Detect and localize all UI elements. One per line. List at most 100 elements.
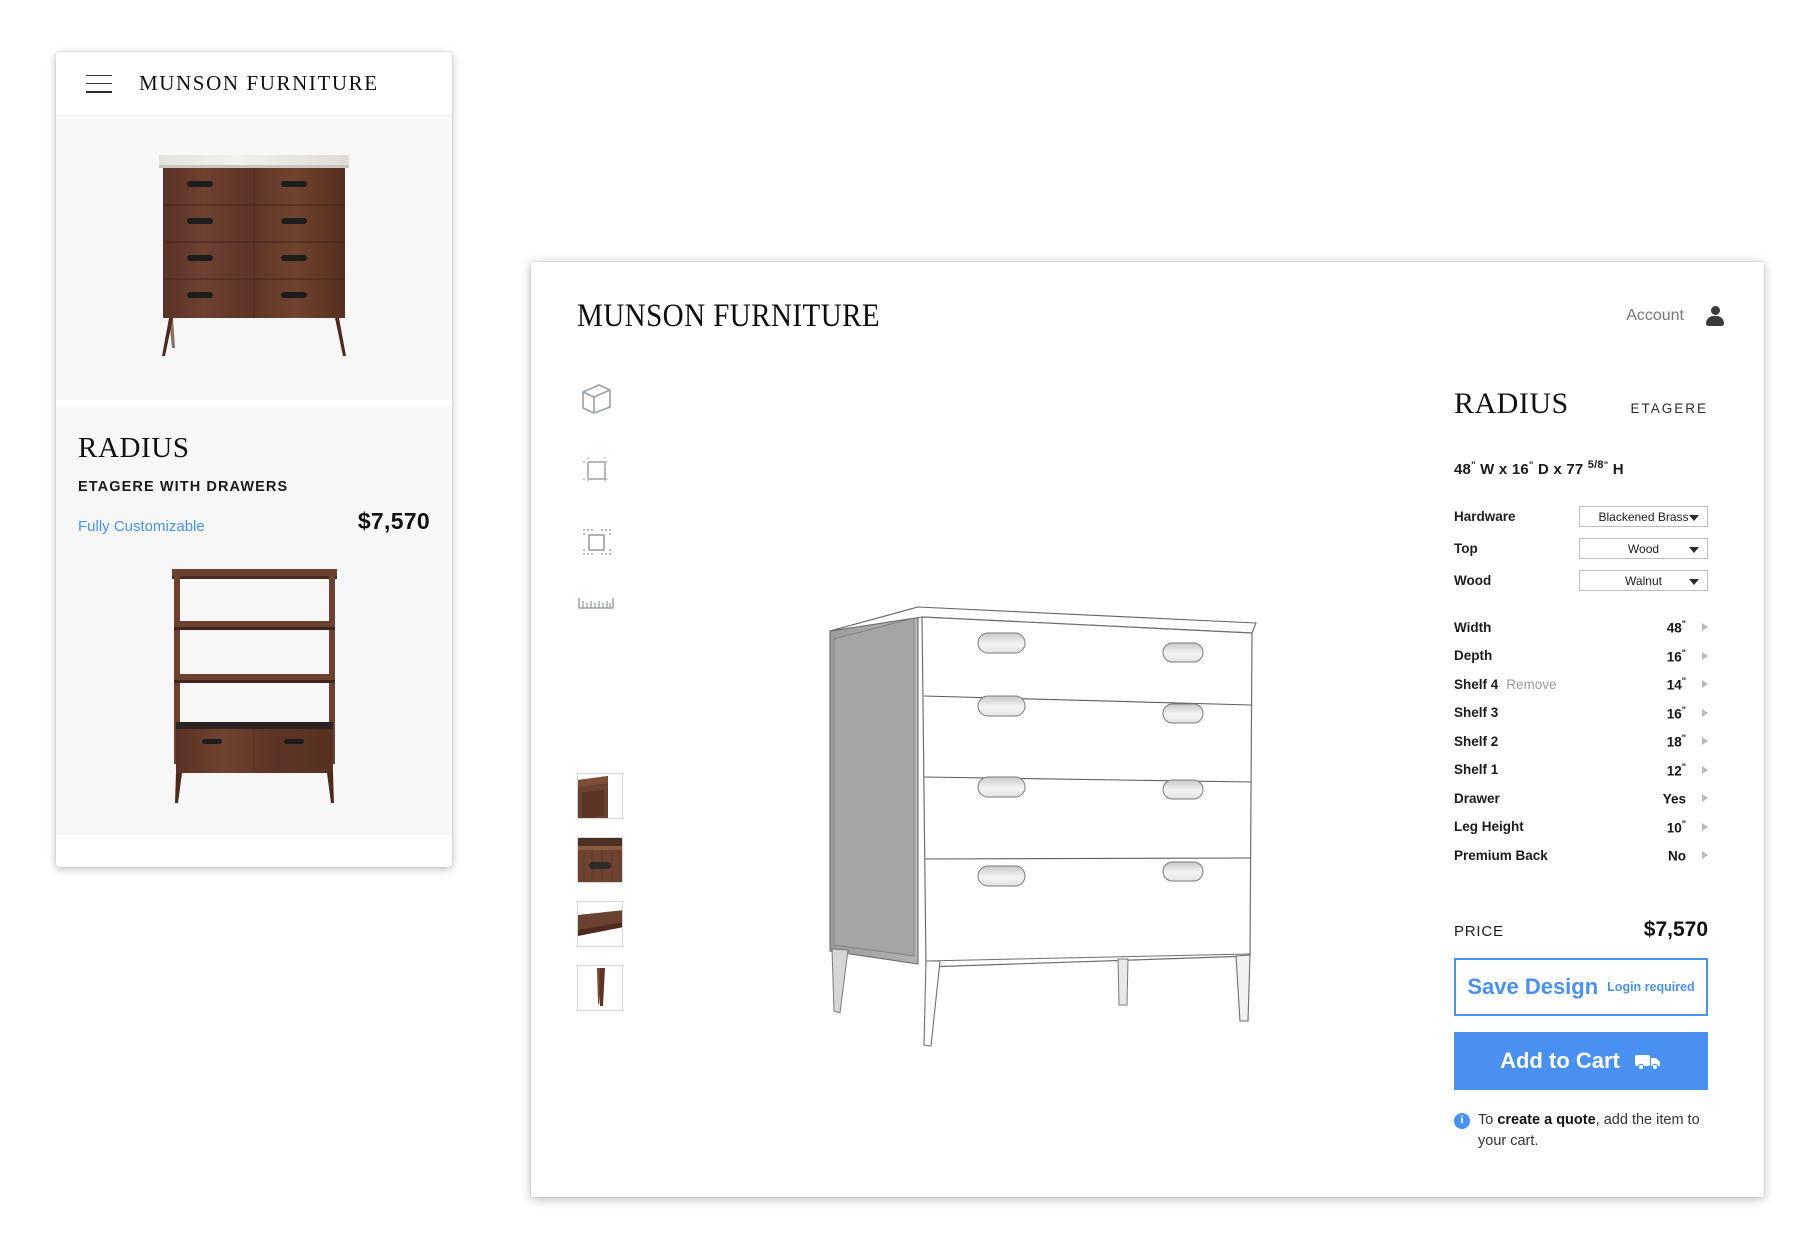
chevron-down-icon — [1689, 547, 1699, 553]
dresser-illustration — [159, 155, 349, 356]
front-view-icon[interactable] — [577, 451, 615, 489]
option-dropdown-list: Hardware Blackened Brass Top Wood Wood W… — [1454, 506, 1708, 591]
plan-view-icon[interactable] — [577, 523, 615, 561]
mobile-product-price: $7,570 — [357, 508, 430, 534]
account-label: Account — [1626, 307, 1684, 324]
quote-note-text: To create a quote, add the item to your … — [1478, 1111, 1700, 1150]
truck-icon — [1634, 1054, 1660, 1070]
spec-label: Leg Height — [1454, 819, 1524, 835]
view-tool-rail — [531, 361, 651, 1153]
chevron-right-icon — [1702, 680, 1708, 689]
desktop-header: MUNSON FURNITURE Account — [531, 262, 1764, 335]
spec-value: 14" — [1666, 676, 1686, 693]
spec-row-premium-back[interactable]: Premium Back No — [1454, 841, 1708, 870]
chevron-right-icon — [1702, 822, 1708, 831]
add-to-cart-button[interactable]: Add to Cart — [1454, 1031, 1708, 1090]
edge-profile-image — [578, 902, 622, 946]
thumbnail-corner-detail[interactable] — [577, 773, 623, 819]
spec-header: RADIUS ETAGERE — [1454, 387, 1708, 421]
cube-3d-icon[interactable] — [577, 379, 615, 417]
option-label-hardware: Hardware — [1454, 509, 1516, 524]
info-icon: i — [1454, 1112, 1470, 1129]
mobile-product-title: RADIUS — [78, 432, 190, 464]
product-3d-viewer[interactable] — [651, 361, 1454, 1153]
spec-value: 16" — [1666, 647, 1686, 665]
leg-detail-image — [578, 966, 622, 1010]
mobile-product-subtitle: ETAGERE WITH DRAWERS — [78, 479, 289, 495]
corner-detail-image — [578, 774, 622, 818]
spec-value: Yes — [1662, 791, 1686, 807]
spec-label: Drawer — [1454, 790, 1500, 806]
spec-row-shelf-2[interactable]: Shelf 2 18" — [1454, 727, 1708, 756]
hamburger-icon[interactable] — [86, 74, 112, 93]
chevron-right-icon — [1702, 737, 1708, 746]
product-dimensions: 48" W x 16" D x 77 5/8" H — [1454, 459, 1624, 478]
mobile-hero-image — [56, 116, 452, 406]
option-row-top: Top Wood — [1454, 538, 1708, 559]
spec-label: Shelf 1 — [1454, 762, 1499, 778]
drawer-pull-image — [578, 838, 622, 882]
material-thumbnail-list — [577, 773, 651, 1011]
fully-customizable-link[interactable]: Fully Customizable — [78, 518, 205, 535]
top-value: Wood — [1627, 541, 1660, 556]
desktop-configurator-panel: MUNSON FURNITURE Account RADIUS ETAGERE … — [531, 262, 1764, 1197]
option-row-hardware: Hardware Blackened Brass — [1454, 506, 1708, 527]
person-icon — [1706, 306, 1724, 326]
thumbnail-leg-detail[interactable] — [577, 965, 623, 1011]
chevron-right-icon — [1702, 708, 1708, 717]
spec-row-shelf-1[interactable]: Shelf 1 12" — [1454, 756, 1708, 785]
thumbnail-edge-profile[interactable] — [577, 901, 623, 947]
spec-label: Shelf 3 — [1454, 705, 1499, 721]
spec-value: 16" — [1666, 704, 1686, 722]
price-value: $7,570 — [1643, 917, 1708, 941]
spec-label: Premium Back — [1454, 847, 1548, 863]
thumbnail-drawer-pull[interactable] — [577, 837, 623, 883]
hardware-value: Blackened Brass — [1598, 509, 1689, 524]
price-row: PRICE $7,570 — [1454, 918, 1708, 942]
spec-value: No — [1668, 848, 1686, 864]
price-label: PRICE — [1454, 922, 1504, 940]
hardware-select[interactable]: Blackened Brass — [1579, 506, 1708, 527]
chevron-right-icon — [1702, 851, 1708, 860]
spec-value: 48" — [1666, 619, 1686, 636]
spec-row-shelf-4[interactable]: Shelf 4 Remove 14" — [1454, 670, 1708, 699]
chevron-down-icon — [1689, 515, 1699, 521]
product-category: ETAGERE — [1630, 401, 1708, 416]
option-label-wood: Wood — [1454, 573, 1492, 588]
quote-note: i To create a quote, add the item to you… — [1454, 1110, 1708, 1154]
chevron-down-icon — [1689, 579, 1699, 585]
mobile-product-card: MUNSON FURNITURE RADIUS ETAGERE WITH DRA… — [56, 52, 452, 867]
spec-row-drawer[interactable]: Drawer Yes — [1454, 784, 1708, 813]
top-select[interactable]: Wood — [1579, 538, 1708, 559]
spec-row-shelf-3[interactable]: Shelf 3 16" — [1454, 699, 1708, 728]
configurator-spec-panel: RADIUS ETAGERE 48" W x 16" D x 77 5/8" H… — [1454, 361, 1754, 1153]
add-to-cart-label: Add to Cart — [1500, 1047, 1620, 1073]
spec-value: 12" — [1666, 761, 1686, 779]
chevron-right-icon — [1702, 651, 1708, 660]
remove-shelf-4-link[interactable]: Remove — [1506, 677, 1556, 692]
save-design-label: Save Design — [1467, 973, 1599, 999]
chevron-right-icon — [1702, 623, 1708, 632]
spec-row-leg-height[interactable]: Leg Height 10" — [1454, 813, 1708, 842]
mobile-brand-wordmark: MUNSON FURNITURE — [139, 71, 379, 95]
mobile-product-info: RADIUS ETAGERE WITH DRAWERS Fully Custom… — [56, 406, 452, 543]
spec-value: 18" — [1666, 733, 1686, 750]
wood-select[interactable]: Walnut — [1579, 570, 1708, 591]
radius-line-drawing — [828, 606, 1257, 1047]
spec-row-width[interactable]: Width 48" — [1454, 613, 1708, 642]
spec-label: Depth — [1454, 648, 1493, 664]
account-menu[interactable]: Account — [1626, 298, 1724, 326]
spec-row-list: Width 48" Depth 16" Shelf 4 Remove 14" S… — [1454, 613, 1708, 870]
spec-value: 10" — [1666, 818, 1686, 836]
desktop-brand-wordmark: MUNSON FURNITURE — [577, 298, 881, 334]
ruler-icon[interactable] — [577, 595, 615, 611]
option-label-top: Top — [1454, 541, 1478, 556]
spec-label: Shelf 2 — [1454, 733, 1499, 749]
spec-label: Width — [1454, 619, 1492, 635]
mobile-etagere-image — [56, 543, 452, 835]
spec-row-depth[interactable]: Depth 16" — [1454, 642, 1708, 671]
etagere-illustration — [171, 569, 337, 803]
save-design-button[interactable]: Save Design Login required — [1454, 957, 1708, 1016]
spec-label: Shelf 4 — [1454, 676, 1499, 692]
chevron-right-icon — [1702, 794, 1708, 803]
